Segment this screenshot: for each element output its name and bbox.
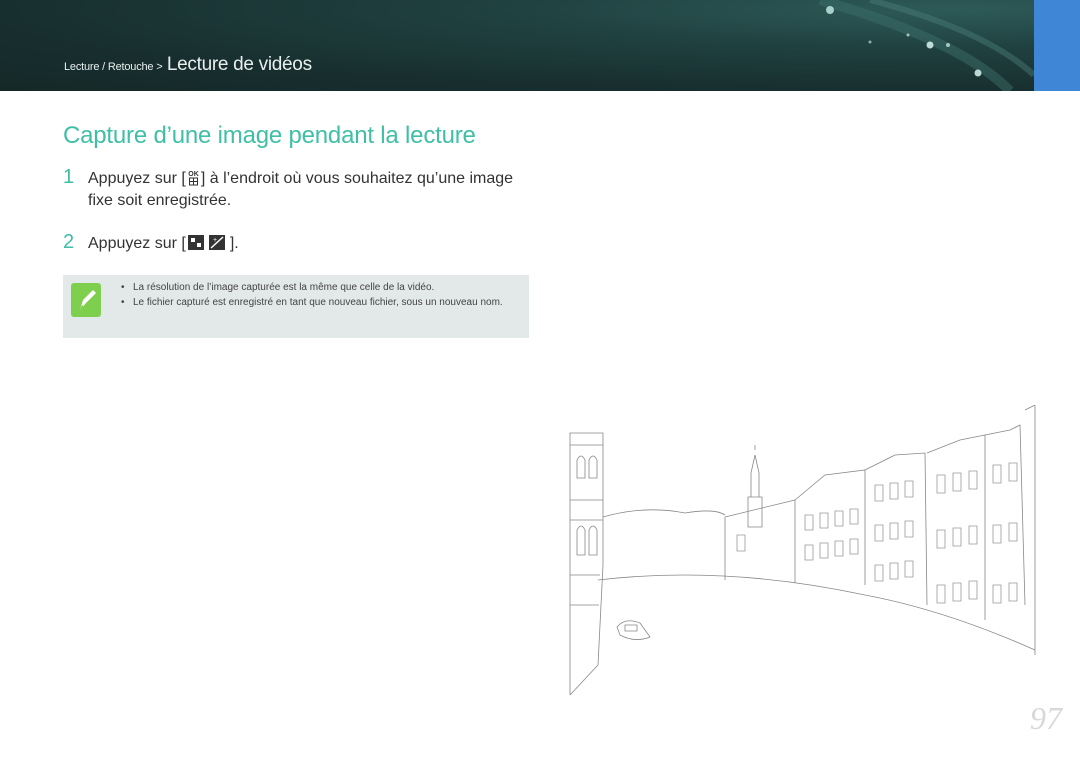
step-text: Appuyez sur [ + ].: [88, 233, 518, 255]
svg-text:OK: OK: [188, 171, 199, 178]
step-text: Appuyez sur [ OK ] à l’endroit où vous s…: [88, 168, 518, 212]
breadcrumb-prefix[interactable]: Lecture / Retouche >: [64, 61, 163, 73]
breadcrumb: Lecture / Retouche > Lecture de vidéos: [64, 54, 312, 76]
step-text-before: Appuyez sur [: [88, 235, 186, 252]
page-title: Capture d’une image pendant la lecture: [63, 122, 476, 149]
step-text-after: ].: [229, 235, 239, 252]
step-text-before: Appuyez sur [: [88, 170, 186, 187]
note-box: La résolution de l’image capturée est la…: [63, 275, 529, 338]
note-list: La résolution de l’image capturée est la…: [121, 281, 521, 311]
header-decoration: [818, 0, 1034, 91]
side-tab[interactable]: [1034, 0, 1080, 91]
header-banner: Lecture / Retouche > Lecture de vidéos: [0, 0, 1034, 91]
venice-sketch-illustration: [569, 405, 1036, 696]
pen-note-icon: [71, 283, 101, 317]
note-item: La résolution de l’image capturée est la…: [121, 281, 521, 295]
breadcrumb-current: Lecture de vidéos: [166, 54, 312, 75]
svg-text:+: +: [213, 237, 217, 244]
capture-buttons-icon: +: [187, 235, 225, 250]
step-number: 1: [63, 166, 75, 188]
step-number: 2: [63, 231, 75, 253]
page-number: 97: [1030, 700, 1062, 736]
ok-button-icon: OK: [188, 171, 199, 186]
note-item: Le fichier capturé est enregistré en tan…: [121, 296, 521, 310]
